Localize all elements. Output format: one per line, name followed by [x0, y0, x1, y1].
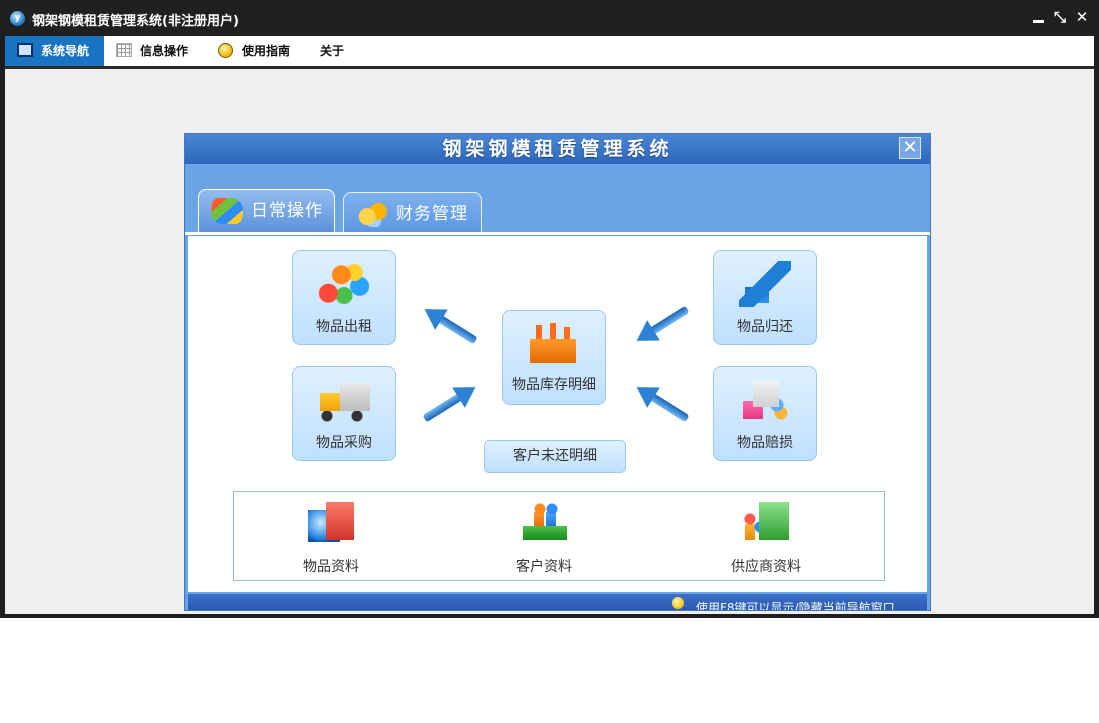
menu-tab-user-guide[interactable]: 使用指南	[206, 36, 306, 66]
item-data-button[interactable]: 物品资料	[271, 500, 391, 576]
globe-folder-icon	[306, 500, 356, 546]
tile-label: 物品赔损	[737, 435, 793, 451]
resource-label: 物品资料	[303, 559, 359, 575]
rent-out-button[interactable]: 物品出租	[292, 250, 396, 345]
status-hint: 使用F8键可以显示/隐藏当前导航窗口	[696, 601, 895, 611]
menu-tab-info-ops[interactable]: 信息操作	[104, 36, 206, 66]
close-button[interactable]: ✕	[1073, 8, 1091, 26]
purchase-button[interactable]: 物品采购	[292, 366, 396, 461]
flow-arrow-from-return	[630, 301, 692, 352]
flow-arrow-from-purchase	[420, 376, 482, 426]
return-arrow-icon	[739, 261, 791, 307]
window-title: 钢架钢模租赁管理系统(非注册用户)	[32, 14, 239, 29]
flow-arrow-from-damage	[630, 376, 692, 426]
daily-operations-content: 物品出租 物品采购 物品库存明细 物品归还 物品赔损 客户未还明细 物品资料 客…	[188, 236, 927, 592]
navigation-panel: 钢架钢模租赁管理系统 ✕ 日常操作 财务管理 物品出租 物品采购 物品库存明细 …	[184, 133, 931, 611]
menu-bar: 系统导航 信息操作 使用指南 关于	[5, 36, 1094, 66]
resource-section: 物品资料 客户资料 供应商资料	[233, 491, 885, 581]
tile-label: 物品采购	[316, 435, 372, 451]
gift-box-icon	[739, 377, 791, 423]
flow-arrow-to-rent	[418, 298, 480, 348]
factory-icon	[528, 321, 580, 367]
menu-tab-label: 使用指南	[242, 44, 291, 58]
tile-label: 客户未还明细	[513, 448, 597, 464]
people-book-icon	[519, 500, 569, 546]
menu-tab-system-nav[interactable]: 系统导航	[5, 36, 104, 66]
title-bar[interactable]: y 钢架钢模租赁管理系统(非注册用户) ⤡ ✕	[0, 0, 1099, 36]
monitor-icon	[17, 43, 33, 57]
bulb-icon	[672, 597, 684, 609]
panel-close-button[interactable]: ✕	[899, 137, 921, 159]
tile-label: 物品库存明细	[512, 377, 596, 393]
tab-finance-management[interactable]: 财务管理	[343, 192, 482, 232]
people-folder-icon	[741, 500, 791, 546]
minimize-button[interactable]	[1030, 8, 1048, 26]
unreturned-detail-button[interactable]: 客户未还明细	[484, 440, 626, 473]
panel-status-bar: 使用F8键可以显示/隐藏当前导航窗口	[188, 594, 927, 611]
truck-icon	[318, 377, 370, 423]
bulb-icon	[218, 43, 233, 58]
tab-daily-operations[interactable]: 日常操作	[198, 189, 335, 232]
menu-tab-label: 信息操作	[140, 44, 189, 58]
window-bottom-border	[0, 614, 1099, 618]
tab-label: 日常操作	[251, 201, 323, 221]
restore-button[interactable]: ⤡	[1051, 8, 1069, 26]
grid-icon	[116, 43, 132, 57]
windows-flag-icon	[209, 198, 245, 224]
panel-title: 钢架钢模租赁管理系统	[442, 138, 673, 160]
resource-label: 客户资料	[516, 559, 572, 575]
damage-button[interactable]: 物品赔损	[713, 366, 817, 461]
menu-tab-label: 关于	[320, 44, 345, 58]
panel-header[interactable]: 钢架钢模租赁管理系统 ✕	[185, 134, 930, 164]
supplier-data-button[interactable]: 供应商资料	[706, 500, 826, 576]
menu-tab-about[interactable]: 关于	[306, 36, 358, 66]
inventory-detail-button[interactable]: 物品库存明细	[502, 310, 606, 405]
resource-label: 供应商资料	[731, 559, 801, 575]
coins-icon	[356, 201, 388, 227]
tile-label: 物品归还	[737, 319, 793, 335]
tab-label: 财务管理	[396, 204, 468, 224]
tab-underline	[185, 232, 930, 235]
blocks-icon	[318, 261, 370, 307]
menu-tab-label: 系统导航	[41, 44, 90, 58]
app-logo-icon: y	[10, 11, 25, 26]
return-button[interactable]: 物品归还	[713, 250, 817, 345]
tile-label: 物品出租	[316, 319, 372, 335]
customer-data-button[interactable]: 客户资料	[484, 500, 604, 576]
